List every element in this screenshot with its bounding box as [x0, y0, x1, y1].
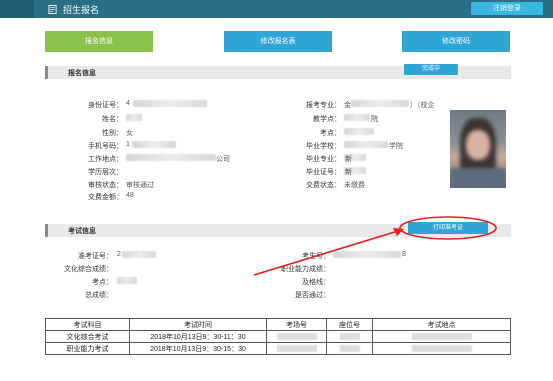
culture-score-label: 文化综合成绩：	[64, 266, 113, 273]
page-header: 招生报名	[48, 3, 99, 16]
top-bar-accent	[0, 0, 34, 18]
name-label: 姓名：	[102, 116, 123, 123]
admission-value: 2	[117, 251, 121, 258]
row-room-redacted	[266, 342, 327, 355]
top-bar: 招生报名 注销登录	[0, 0, 553, 18]
exam-section-title: 考试信息	[68, 228, 96, 235]
tab-modify-form[interactable]: 修改报名表	[224, 31, 332, 52]
registration-section-title: 报名信息	[68, 70, 96, 77]
page-title: 招生报名	[63, 5, 100, 15]
row-room-redacted	[266, 330, 327, 343]
photo-face	[466, 130, 490, 160]
major-value-prefix: 金	[344, 102, 351, 109]
passed-label: 是否通过：	[295, 292, 330, 299]
header-room: 考场号	[266, 318, 327, 331]
row-seat-redacted	[326, 342, 373, 355]
candidate-value: 8	[402, 251, 406, 258]
admission-label: 准考证号：	[78, 253, 113, 260]
phone-label: 手机号码：	[88, 143, 123, 150]
gender-value: 女	[126, 130, 133, 137]
phone-value: 1	[126, 141, 130, 148]
candidate-redacted	[333, 251, 401, 258]
table-row: 职业能力考试 2018年10月13日9：30-15：30	[45, 342, 511, 355]
row-subject: 职业能力考试	[45, 342, 130, 355]
row-seat-redacted	[326, 330, 373, 343]
photo-shirt	[450, 168, 506, 188]
grad-school-label: 毕业学校：	[306, 143, 341, 150]
id-label: 身份证号：	[88, 102, 123, 109]
header-location: 考试地点	[372, 318, 511, 331]
header-time: 考试时间	[129, 318, 267, 331]
grad-cert-value: 新	[345, 169, 352, 176]
id-value: 4	[126, 100, 130, 107]
ability-score-label: 职业能力成绩：	[281, 266, 330, 273]
candidate-label: 考生号：	[302, 253, 330, 260]
grad-school-value: 学院	[389, 143, 403, 150]
header-seat: 座位号	[326, 318, 373, 331]
fee-value: 48	[126, 192, 134, 199]
table-row: 文化综合考试 2018年10月13日9：30-11：30	[45, 330, 511, 343]
admission-redacted	[122, 251, 156, 258]
tab-registration-info[interactable]: 报名信息	[45, 31, 153, 52]
payment-label: 交费状态：	[306, 182, 341, 189]
audit-value: 审核通过	[126, 182, 154, 189]
workplace-redacted	[126, 154, 216, 161]
tab-modify-password[interactable]: 修改密码	[402, 31, 510, 52]
workplace-value: 公司	[216, 156, 230, 163]
document-icon	[48, 5, 57, 14]
audit-label: 审核状态：	[88, 182, 123, 189]
name-redacted	[126, 114, 142, 121]
major-redacted	[351, 100, 409, 107]
id-redacted	[133, 100, 207, 107]
major-value-suffix: ）（校企	[410, 102, 435, 109]
status-badge: 完成中	[404, 64, 458, 75]
exam-site-label: 考点：	[92, 279, 113, 286]
applicant-photo	[450, 110, 506, 188]
print-admission-ticket-button[interactable]: 打印准考证	[408, 222, 488, 234]
grad-major-value: 新	[345, 156, 352, 163]
row-time: 2018年10月13日9：30-11：30	[129, 330, 267, 343]
gender-label: 性别：	[102, 130, 123, 137]
school-label: 教学点：	[313, 116, 341, 123]
total-score-label: 总成绩：	[85, 292, 113, 299]
pass-line-label: 及格线：	[302, 279, 330, 286]
fee-label: 交费金额：	[88, 194, 123, 201]
school-value: 院	[371, 116, 378, 123]
workplace-label: 工作地点：	[88, 156, 123, 163]
row-location-redacted	[372, 342, 511, 355]
site-label: 考点：	[320, 130, 341, 137]
row-subject: 文化综合考试	[45, 330, 130, 343]
logout-button[interactable]: 注销登录	[471, 2, 543, 15]
table-header-row: 考试科目 考试时间 考场号 座位号 考试地点	[45, 318, 511, 331]
exam-site-redacted	[117, 277, 137, 284]
education-label: 学历层次：	[88, 169, 123, 176]
major-label: 报考专业：	[306, 102, 341, 109]
phone-redacted	[132, 141, 176, 148]
row-location-redacted	[372, 330, 511, 343]
grad-major-label: 毕业专业：	[306, 156, 341, 163]
school-redacted	[344, 114, 370, 121]
header-subject: 考试科目	[45, 318, 130, 331]
grad-cert-label: 毕业证号：	[306, 169, 341, 176]
grad-school-redacted	[344, 141, 388, 148]
row-time: 2018年10月13日9：30-15：30	[129, 342, 267, 355]
payment-value: 未缴费	[344, 182, 365, 189]
site-redacted	[344, 128, 374, 135]
exam-schedule-table: 考试科目 考试时间 考场号 座位号 考试地点 文化综合考试 2018年10月13…	[45, 318, 511, 355]
